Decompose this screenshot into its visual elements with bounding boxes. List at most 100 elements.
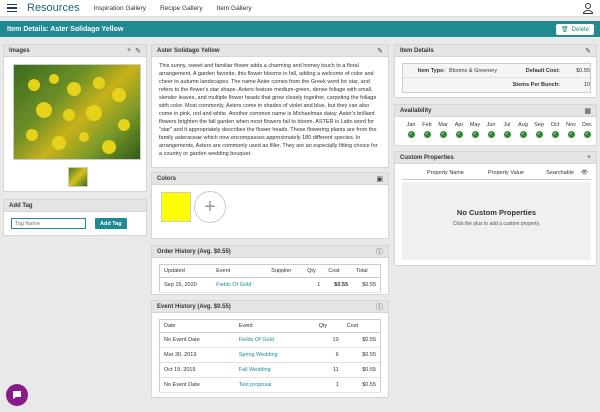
table-header-row: Updated Event Supplier Qty Cost Total [159,264,381,278]
empty-state: No Custom Properties Click the plus to a… [402,182,591,260]
colors-header: Colors ▣ [152,173,388,185]
cell-cost: $0.55 [342,362,381,378]
item-type-value: Blooms & Greenery [449,67,497,74]
cell-supplier [267,277,304,293]
check-icon: ✓ [423,131,431,138]
cell-qty: 1 [303,277,325,293]
month-dec[interactable]: Dec ✓ [579,122,595,138]
details-row: Stems Per Bunch: 10 [403,78,590,92]
eye-icon[interactable]: 👁 [574,170,588,176]
month-feb[interactable]: Feb ✓ [419,122,435,138]
info-icon[interactable]: ⓘ [376,302,383,312]
check-icon: ✓ [519,131,527,138]
add-image-icon[interactable]: + [127,47,131,54]
month-jun[interactable]: Jun ✓ [483,122,499,138]
edit-images-icon[interactable]: ✎ [135,47,141,55]
month-apr[interactable]: Apr ✓ [451,122,467,138]
details-row: Item Type: Blooms & Greenery Default Cos… [403,64,590,78]
cell-date: No Event Date [159,332,235,348]
event-history-header: Event History (Avg. $0.55) ⓘ [152,301,388,313]
col-qty: Qty [303,264,325,278]
custom-properties-panel: Custom Properties + Property Name Proper… [394,151,597,266]
col-searchable: Searchable [546,170,574,176]
custom-properties-columns: Property Name Property Value Searchable … [402,170,591,180]
add-color-button[interactable]: + [194,191,226,223]
check-icon: ✓ [455,131,463,138]
calendar-icon[interactable]: ▦ [584,107,591,115]
description-panel: Aster Solidago Yellow ✎ This sunny, swee… [151,44,389,168]
user-icon[interactable] [582,2,594,14]
item-details-box: Item Type: Blooms & Greenery Default Cos… [402,63,591,93]
table-row: No Event Date Fields Of Gold 10 $0.55 [159,332,381,348]
check-icon: ✓ [583,131,591,138]
cell-cost: $0.55 [324,277,353,293]
table-row: Sep 15, 2020 Fields Of Gold 1 $0.55 $0.5… [159,277,381,293]
chat-icon [13,391,21,399]
check-icon: ✓ [471,131,479,138]
edit-description-icon[interactable]: ✎ [377,47,383,55]
image-thumbnail[interactable] [68,167,88,187]
month-jan[interactable]: Jan ✓ [403,122,419,138]
event-link[interactable]: Test proposal [234,377,315,393]
col-property-value: Property Value [488,170,524,176]
month-may[interactable]: May ✓ [467,122,483,138]
event-link[interactable]: Fall Wedding [234,362,315,378]
event-history-title: Event History (Avg. $0.55) [157,303,231,310]
col-date: Date [159,319,235,333]
add-tag-button[interactable]: Add Tag [95,218,127,229]
edit-details-icon[interactable]: ✎ [585,47,591,55]
col-updated: Updated [159,264,213,278]
cell-date: Mar 30, 2019 [159,347,235,363]
check-icon: ✓ [407,131,415,138]
cell-updated: Sep 15, 2020 [159,277,213,293]
chat-button[interactable] [6,384,28,406]
cell-qty: 11 [314,362,343,378]
col-event: Event [234,319,315,333]
table-row: No Event Date Test proposal 1 $0.55 [159,377,381,393]
custom-properties-header: Custom Properties + [395,152,596,164]
month-nov[interactable]: Nov ✓ [563,122,579,138]
month-aug[interactable]: Aug ✓ [515,122,531,138]
description-text: This sunny, sweet and familiar flower ad… [159,63,378,157]
event-link[interactable]: Fields Of Gold [234,332,315,348]
delete-label: Delete [571,26,589,33]
month-mar[interactable]: Mar ✓ [435,122,451,138]
cell-total: $0.55 [352,277,381,293]
cell-cost: $0.55 [342,332,381,348]
col-qty: Qty [314,319,343,333]
description-header: Aster Solidago Yellow ✎ [152,45,388,57]
cell-cost: $0.55 [342,347,381,363]
cell-qty: 1 [314,377,343,393]
add-tag-title: Add Tag [9,202,33,209]
table-row: Oct 19, 2019 Fall Wedding 11 $0.55 [159,362,381,378]
delete-button[interactable]: 🗑 Delete [556,24,594,35]
main-nav: Inspiration Gallery Recipe Gallery Item … [94,5,252,12]
event-link[interactable]: Spring Wedding [234,347,315,363]
brand-title: Resources [27,2,80,14]
col-total: Total [352,264,381,278]
nav-recipe-gallery[interactable]: Recipe Gallery [160,5,203,12]
order-event-link[interactable]: Fields Of Gold [212,277,268,293]
tag-name-input[interactable] [11,218,86,229]
check-icon: ✓ [487,131,495,138]
nav-item-gallery[interactable]: Item Gallery [217,5,252,12]
default-cost-value: $0.55 [576,67,590,74]
availability-months: Jan ✓ Feb ✓ Mar ✓ Apr ✓ May ✓ Jun ✓ Jul ✓ Aug ✓ … [403,122,595,138]
check-icon: ✓ [439,131,447,138]
col-cost: Cost [342,319,381,333]
item-details-title: Item Details [400,47,434,54]
add-property-icon[interactable]: + [587,154,591,161]
item-details-header: Item Details ✎ [395,45,596,57]
menu-icon[interactable] [7,3,17,13]
nav-inspiration-gallery[interactable]: Inspiration Gallery [94,5,146,12]
color-swatch[interactable] [161,192,191,222]
availability-header: Availability ▦ [395,105,596,117]
color-picker-icon[interactable]: ▣ [376,175,383,183]
item-type-label: Item Type: [417,67,445,74]
month-jul[interactable]: Jul ✓ [499,122,515,138]
check-icon: ✓ [503,131,511,138]
month-oct[interactable]: Oct ✓ [547,122,563,138]
table-row: Mar 30, 2019 Spring Wedding 6 $0.55 [159,347,381,363]
month-sep[interactable]: Sep ✓ [531,122,547,138]
info-icon[interactable]: ⓘ [376,247,383,257]
